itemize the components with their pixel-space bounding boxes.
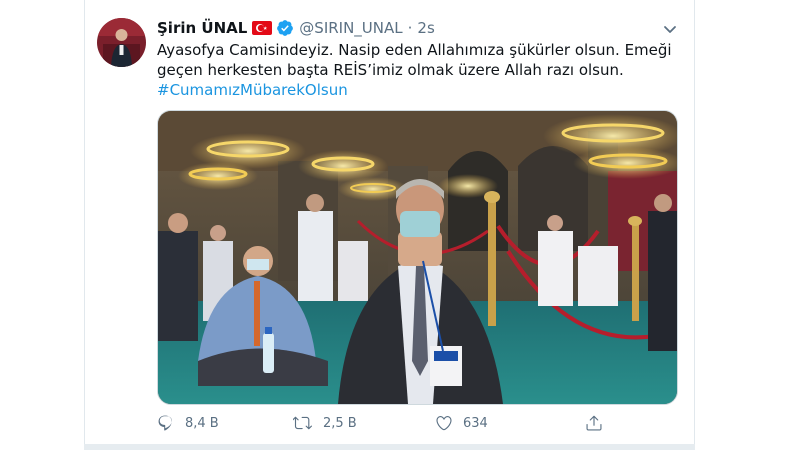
verified-badge-icon [276, 19, 294, 37]
reply-icon [157, 414, 175, 432]
tweet-card[interactable]: Şirin ÜNAL @SIRIN_UNAL · 2s Ayasofya Cam… [84, 0, 695, 446]
tweet-header: Şirin ÜNAL @SIRIN_UNAL · 2s [157, 17, 435, 39]
tweet-photo[interactable] [157, 110, 678, 405]
separator-dot: · [407, 19, 413, 37]
hashtag-link[interactable]: #CumamızMübarekOlsun [157, 80, 687, 100]
chevron-down-icon[interactable] [661, 20, 679, 38]
heart-icon [435, 414, 453, 432]
tweet-body: Ayasofya Camisindeyiz. Nasip eden Allahı… [157, 41, 672, 79]
reply-button[interactable]: 8,4 B [157, 414, 219, 432]
like-button[interactable]: 634 [435, 414, 488, 432]
share-button[interactable] [585, 414, 603, 432]
tweet-actions: 8,4 B 2,5 B 634 [157, 414, 617, 436]
timeline-divider [84, 444, 695, 450]
like-count: 634 [463, 415, 488, 431]
tweet-text: Ayasofya Camisindeyiz. Nasip eden Allahı… [157, 40, 687, 100]
retweet-icon [293, 414, 313, 432]
timestamp[interactable]: 2s [417, 19, 434, 37]
avatar[interactable] [97, 18, 146, 67]
reply-count: 8,4 B [185, 415, 219, 431]
display-name[interactable]: Şirin ÜNAL [157, 19, 247, 37]
retweet-button[interactable]: 2,5 B [293, 414, 357, 432]
share-icon [585, 414, 603, 432]
retweet-count: 2,5 B [323, 415, 357, 431]
turkey-flag-icon [252, 21, 273, 35]
user-handle[interactable]: @SIRIN_UNAL [299, 19, 402, 37]
